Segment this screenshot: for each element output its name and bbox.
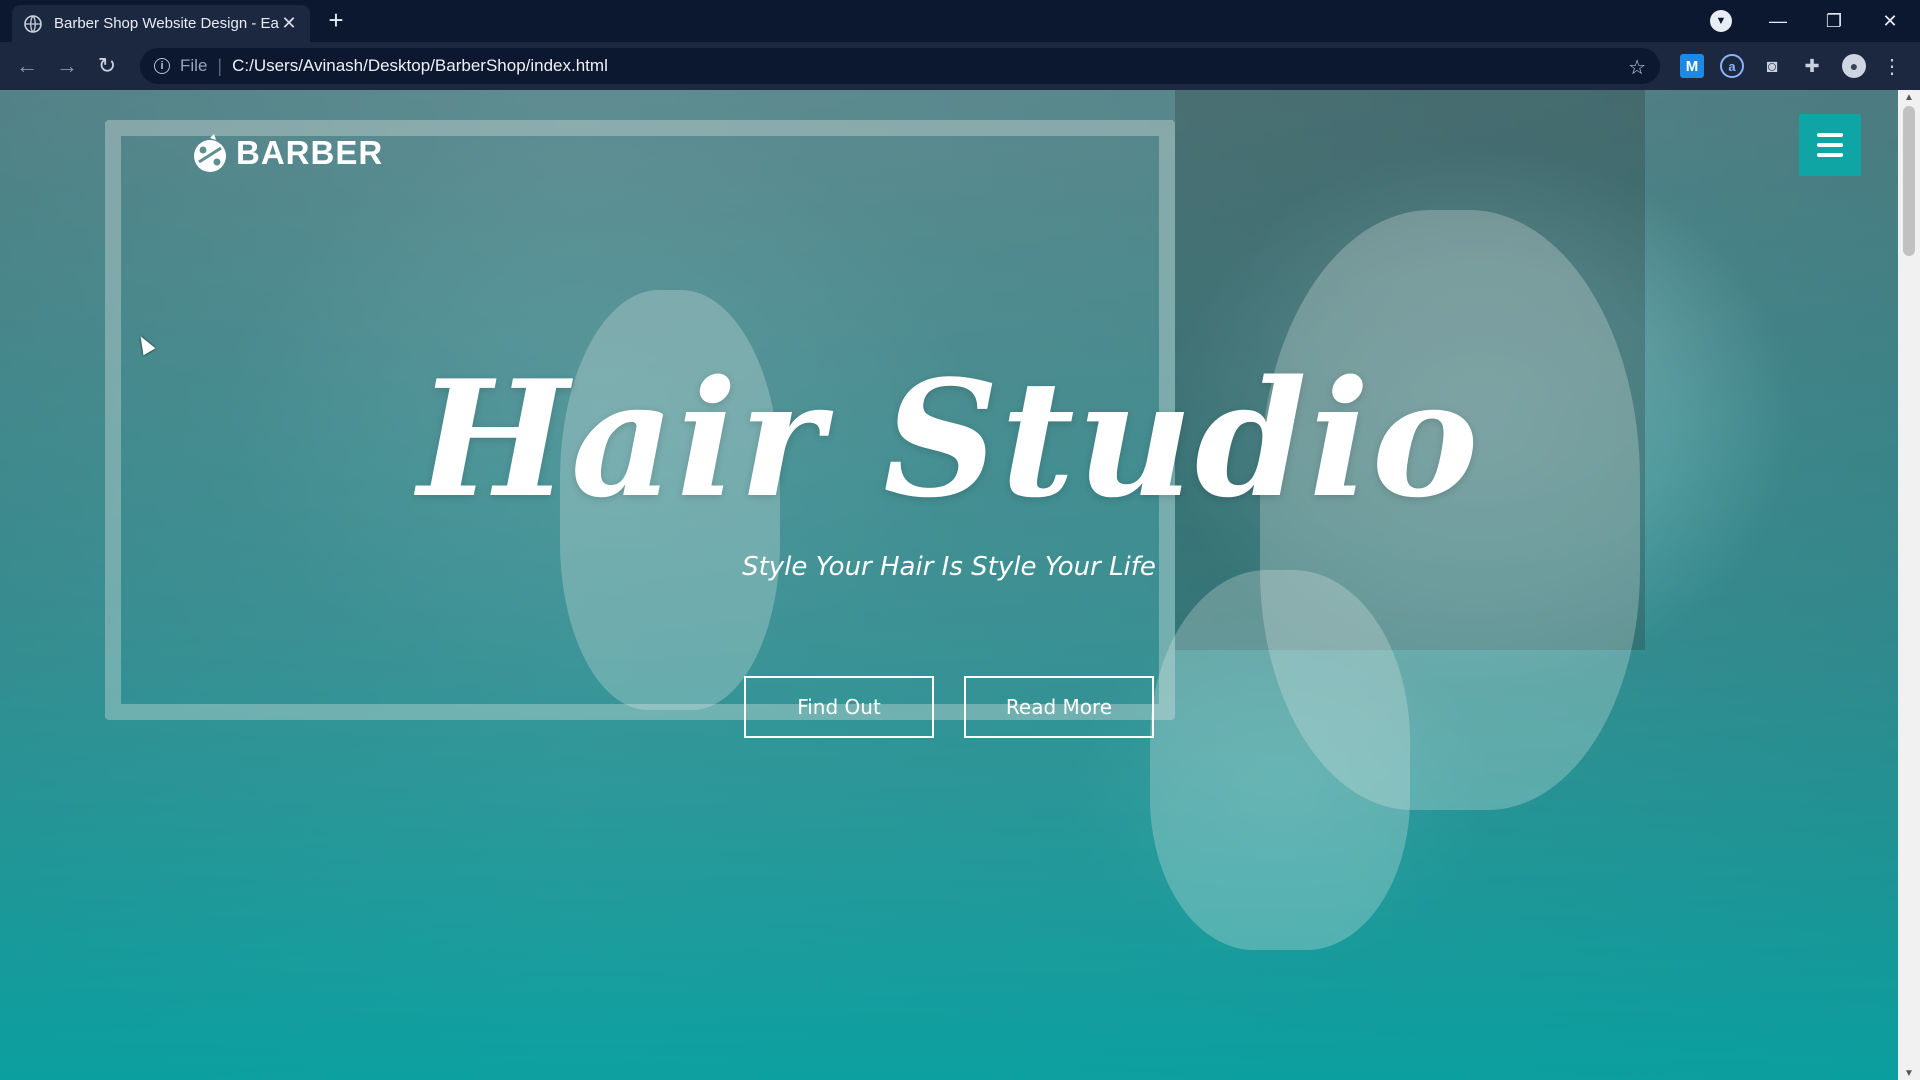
- url-text[interactable]: C:/Users/Avinash/Desktop/BarberShop/inde…: [232, 56, 608, 76]
- logo-text: BARBER: [236, 134, 384, 171]
- scroll-down-icon[interactable]: ▼: [1903, 1068, 1915, 1079]
- hero-subtitle: Style Your Hair Is Style Your Life: [742, 552, 1156, 582]
- hero-title: Hair Studio: [417, 345, 1481, 533]
- star-icon[interactable]: ☆: [1628, 55, 1646, 80]
- info-icon[interactable]: i: [154, 58, 170, 74]
- background-client: [1150, 570, 1410, 950]
- hamburger-menu-button[interactable]: [1799, 114, 1861, 176]
- page-scrollbar[interactable]: ▲ ▼: [1898, 90, 1920, 1080]
- url-scheme: File: [180, 56, 208, 75]
- menu-bar-icon: [1817, 143, 1843, 147]
- find-out-button[interactable]: Find Out: [744, 676, 934, 738]
- browser-tab-strip: Barber Shop Website Design - Ea ✕ + ▼ — …: [0, 0, 1920, 42]
- profile-avatar-icon[interactable]: ●: [1842, 54, 1866, 78]
- extension-a-icon[interactable]: a: [1720, 54, 1744, 78]
- camera-icon[interactable]: ◙: [1760, 54, 1784, 78]
- reload-icon[interactable]: ↻: [92, 51, 122, 81]
- menu-dots-icon[interactable]: ⋮: [1880, 54, 1904, 78]
- extension-m-icon[interactable]: M: [1680, 54, 1704, 78]
- puzzle-icon[interactable]: ✚: [1800, 54, 1824, 78]
- menu-bar-icon: [1817, 133, 1843, 137]
- browser-toolbar: ← → ↻ i File | C:/Users/Avinash/Desktop/…: [0, 42, 1920, 90]
- tab-search-icon[interactable]: ▼: [1710, 10, 1732, 32]
- globe-icon: [24, 14, 42, 33]
- tab-close-icon[interactable]: ✕: [280, 13, 298, 34]
- new-tab-button[interactable]: +: [322, 7, 350, 35]
- address-bar[interactable]: i File | C:/Users/Avinash/Desktop/Barber…: [140, 48, 1660, 84]
- menu-bar-icon: [1817, 153, 1843, 157]
- scrollbar-thumb[interactable]: [1903, 106, 1915, 256]
- url-separator: |: [217, 55, 223, 76]
- browser-tab[interactable]: Barber Shop Website Design - Ea ✕: [12, 5, 310, 42]
- close-icon[interactable]: ✕: [1862, 0, 1918, 42]
- restore-icon[interactable]: ❐: [1806, 0, 1862, 42]
- barber-logo-icon: [190, 132, 232, 174]
- minimize-icon[interactable]: —: [1750, 0, 1806, 42]
- read-more-button[interactable]: Read More: [964, 676, 1154, 738]
- site-logo[interactable]: BARBER: [190, 132, 383, 174]
- page-viewport: BARBER Hair Studio Style Your Hair Is St…: [0, 90, 1898, 1080]
- back-icon[interactable]: ←: [12, 51, 42, 81]
- tab-title: Barber Shop Website Design - Ea: [54, 15, 279, 32]
- forward-icon[interactable]: →: [52, 51, 82, 81]
- scroll-up-icon[interactable]: ▲: [1903, 92, 1915, 103]
